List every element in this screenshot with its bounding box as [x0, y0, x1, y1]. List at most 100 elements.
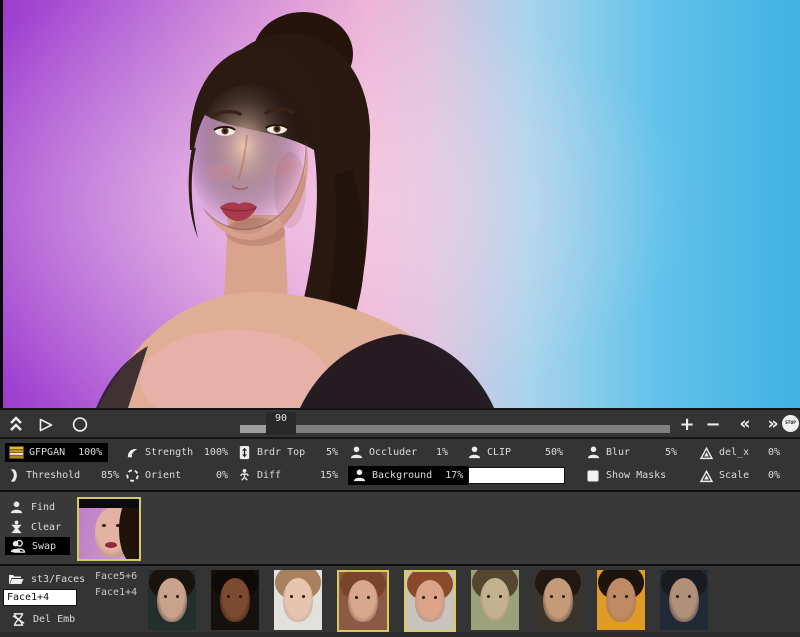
brdr-top-label: Brdr Top: [257, 447, 305, 458]
face-4-thumbnail[interactable]: [337, 570, 389, 632]
face-6-thumbnail[interactable]: [471, 570, 519, 630]
current-face-thumbnail: [77, 497, 141, 561]
clear-button[interactable]: Clear: [8, 518, 61, 536]
person-icon: [348, 445, 364, 461]
find-label: Find: [31, 502, 55, 513]
clip-control[interactable]: CLIP 50%: [466, 443, 563, 462]
stop-icon: STOP: [782, 415, 799, 432]
clear-label: Clear: [31, 522, 61, 533]
video-preview: [0, 0, 800, 408]
slot-label-2[interactable]: Face1+4: [95, 587, 137, 598]
thumbnail-face: [669, 578, 699, 621]
rewind-button[interactable]: «: [732, 413, 758, 435]
diff-value: 15%: [320, 470, 338, 481]
gfpgan-control[interactable]: GFPGAN100%: [5, 443, 108, 462]
person-icon: [351, 468, 367, 484]
brdr-top-control[interactable]: Brdr Top5%: [236, 443, 338, 462]
face-7-thumbnail[interactable]: [534, 570, 582, 630]
diff-control[interactable]: Diff 15%: [236, 466, 338, 485]
play-icon: [38, 417, 54, 433]
frame-slider-fill: [240, 425, 268, 433]
face-3-thumbnail[interactable]: [274, 570, 322, 630]
scale-control[interactable]: Scale 0%: [698, 466, 780, 485]
face-9-thumbnail[interactable]: [660, 570, 708, 630]
face-thumbnail-row: [148, 570, 708, 632]
preview-photo: [0, 0, 800, 408]
clip-label: CLIP: [487, 447, 511, 458]
background-value: 17%: [445, 470, 463, 481]
occluder-label: Occluder: [369, 447, 417, 458]
faces-folder-label: st3/Faces: [31, 574, 85, 585]
background-control[interactable]: Background 17%: [348, 466, 469, 485]
transport-bar: 90 + − « » STOP: [0, 408, 800, 437]
person-icon: [8, 499, 24, 515]
orient-value: 0%: [216, 470, 228, 481]
thumbnail-face: [480, 578, 510, 621]
person-hourglass-icon: [8, 519, 24, 535]
show-masks-label: Show Masks: [606, 470, 666, 481]
scale-value: 0%: [768, 470, 780, 481]
person-icon: [466, 445, 482, 461]
strength-label: Strength: [145, 447, 193, 458]
play-button[interactable]: [31, 412, 61, 437]
thumbnail-face: [606, 578, 636, 621]
strength-curve-icon: [124, 445, 140, 461]
del-x-value: 0%: [768, 447, 780, 458]
swap-button[interactable]: Swap: [5, 537, 70, 555]
faces-folder-button[interactable]: st3/Faces: [8, 571, 85, 587]
orient-dashed-circle-icon: [124, 468, 140, 484]
thumbnail-face: [157, 578, 187, 621]
checkbox-icon: [585, 468, 601, 484]
person-icon: [585, 445, 601, 461]
embedding-name-input[interactable]: [3, 589, 77, 606]
people-icon: [9, 538, 25, 554]
frame-slider-handle[interactable]: 90: [266, 412, 296, 435]
zoom-in-button[interactable]: +: [676, 414, 698, 434]
background-label: Background: [372, 470, 432, 481]
delete-embedding-label: Del Emb: [33, 614, 75, 625]
show-masks-control[interactable]: Show Masks: [585, 466, 677, 485]
blur-control[interactable]: Blur 5%: [585, 443, 677, 462]
blur-value: 5%: [665, 447, 677, 458]
thumbnail-face: [543, 578, 573, 621]
gfpgan-logo-icon: [8, 445, 24, 461]
face-2-thumbnail[interactable]: [211, 570, 259, 630]
clip-text-input[interactable]: [468, 467, 565, 484]
orient-control[interactable]: Orient 0%: [124, 466, 228, 485]
thumbnail-face: [348, 580, 378, 622]
swap-label: Swap: [32, 541, 56, 552]
record-button[interactable]: [66, 412, 94, 437]
gfpgan-label: GFPGAN: [29, 447, 65, 458]
slot-label-1[interactable]: Face5+6: [95, 571, 137, 582]
del-x-label: del_x: [719, 447, 749, 458]
threshold-control[interactable]: Threshold85%: [5, 466, 119, 485]
warning-triangle-icon: [698, 445, 714, 461]
strength-value: 100%: [204, 447, 228, 458]
clip-value: 50%: [545, 447, 563, 458]
scale-label: Scale: [719, 470, 749, 481]
face-1-thumbnail[interactable]: [148, 570, 196, 630]
face-8-thumbnail[interactable]: [597, 570, 645, 630]
thumbnail-face: [220, 578, 250, 621]
strength-control[interactable]: Strength 100%: [124, 443, 228, 462]
find-button[interactable]: Find: [8, 498, 55, 516]
face-library: st3/Faces Del Emb Face5+6 Face1+4: [0, 564, 800, 637]
double-chevron-up-icon: [8, 416, 24, 432]
settings-toolbar: GFPGAN100%Strength100%Brdr Top5%Occluder…: [0, 437, 800, 490]
del-x-control[interactable]: del_x 0%: [698, 443, 780, 462]
blur-label: Blur: [606, 447, 630, 458]
zoom-out-button[interactable]: −: [702, 414, 724, 434]
marker-up-button[interactable]: [7, 413, 25, 435]
threshold-curve-icon: [5, 468, 21, 484]
face-panel: Find Clear Swap: [0, 490, 800, 564]
threshold-value: 85%: [101, 470, 119, 481]
orient-label: Orient: [145, 470, 181, 481]
delete-embedding-button[interactable]: Del Emb: [10, 611, 75, 627]
occluder-value: 1%: [436, 447, 448, 458]
face-5-thumbnail[interactable]: [404, 570, 456, 632]
diff-label: Diff: [257, 470, 281, 481]
stop-button[interactable]: STOP: [782, 415, 799, 432]
occluder-control[interactable]: Occluder 1%: [348, 443, 448, 462]
frame-slider[interactable]: [240, 425, 670, 433]
hourglass-x-icon: [10, 611, 26, 627]
